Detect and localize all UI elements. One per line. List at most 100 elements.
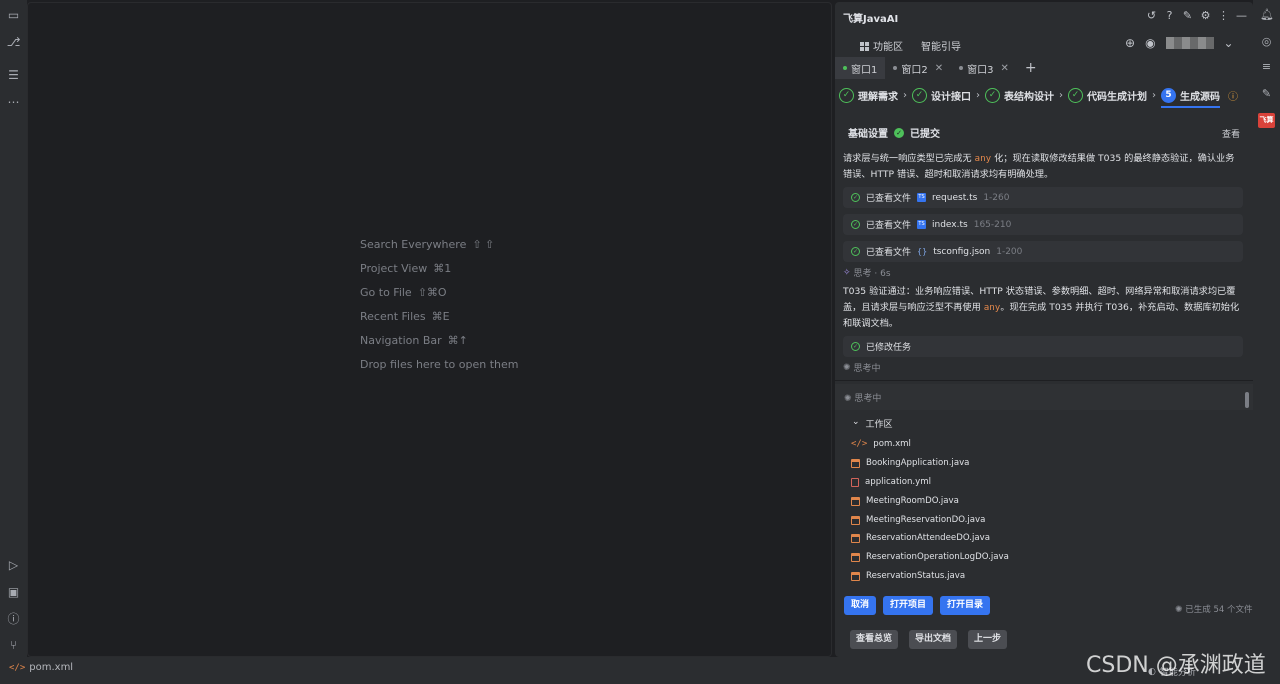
check-icon: ✓ <box>1068 87 1083 103</box>
close-icon[interactable]: ✕ <box>1001 63 1009 74</box>
run-icon[interactable]: ▷ <box>6 558 21 573</box>
check-circle-icon: ✓ <box>851 342 860 351</box>
ai-chat-icon[interactable]: ◎ <box>1260 35 1273 48</box>
panel-title-icons: ↺ ? ✎ ⚙ ⋮ — <box>1145 9 1248 22</box>
hint-recent-files: Recent Files ⌘E <box>360 310 450 323</box>
spinner-icon: ✺ <box>1175 605 1183 615</box>
step-code-plan[interactable]: ✓ 代码生成计划 <box>1068 87 1147 103</box>
edit-doc-icon[interactable]: ✎ <box>1260 87 1273 100</box>
viewed-file-row[interactable]: ✓ 已查看文件 {} tsconfig.json 1-200 <box>843 241 1243 262</box>
json-file-icon: {} <box>917 247 928 256</box>
window-tabs: 窗口1 窗口2 ✕ 窗口3 ✕ + <box>835 57 1253 79</box>
gear-icon[interactable]: ⚙ <box>1199 9 1212 22</box>
thinking-done-label[interactable]: ✧ 思考 · 6s <box>843 266 891 280</box>
blurred-username <box>1165 37 1214 49</box>
minimize-icon[interactable]: — <box>1235 9 1248 22</box>
workflow-steps: ✓ 理解需求 › ✓ 设计接口 › ✓ 表结构设计 › ✓ 代码生成计划 › 5 生成源码… <box>835 83 1253 108</box>
open-directory-button[interactable]: 打开目录 <box>940 596 991 615</box>
workspace-file[interactable]: MeetingReservationDO.java <box>851 515 985 525</box>
step-design-api[interactable]: ✓ 设计接口 <box>912 87 971 103</box>
kebab-menu-icon[interactable]: ⋮ <box>1217 9 1230 22</box>
edit-icon[interactable]: ✎ <box>1181 9 1194 22</box>
tab-window-3[interactable]: 窗口3 ✕ <box>951 57 1017 79</box>
prev-step-button[interactable]: 上一步 <box>968 630 1008 649</box>
status-current-file[interactable]: </> pom.xml <box>9 662 73 673</box>
chat-scroll-area[interactable]: 基础设置 ✓ 已提交 查看 请求层与统一响应类型已完成无 any 化；现在读取修… <box>835 117 1253 379</box>
scrollbar-thumb[interactable] <box>1245 392 1249 408</box>
add-tab-icon[interactable]: + <box>1017 57 1037 79</box>
folder-icon[interactable]: ▭ <box>6 8 21 23</box>
viewed-file-row[interactable]: ✓ 已查看文件 TS request.ts 1-260 <box>843 187 1243 208</box>
check-icon: ✓ <box>839 87 854 103</box>
ai-plugin-panel: 飞算JavaAI ↺ ? ✎ ⚙ ⋮ — 功能区 智能引导 ⊕ ◉ ⌄ 窗口1 … <box>835 2 1253 657</box>
workspace-file[interactable]: ReservationStatus.java <box>851 571 965 581</box>
history-icon[interactable]: ↺ <box>1145 9 1158 22</box>
dot-icon <box>893 66 898 70</box>
panel-menu-row: 功能区 智能引导 <box>860 38 961 53</box>
xml-file-icon: </> <box>9 662 26 673</box>
dot-icon <box>959 66 964 70</box>
workspace-file[interactable]: MeetingRoomDO.java <box>851 496 959 506</box>
viewed-file-row[interactable]: ✓ 已查看文件 TS index.ts 165-210 <box>843 214 1243 235</box>
modified-task-row[interactable]: ✓ 已修改任务 <box>843 336 1243 357</box>
generated-count: ✺ 已生成 54 个文件 <box>1175 605 1253 615</box>
open-project-button[interactable]: 打开项目 <box>883 596 934 615</box>
java-file-icon <box>851 458 860 468</box>
workspace-header[interactable]: ⌄ 工作区 <box>852 417 893 430</box>
problems-icon[interactable]: ⓘ <box>6 612 21 627</box>
close-icon[interactable]: ✕ <box>935 63 943 74</box>
tab-window-2[interactable]: 窗口2 ✕ <box>885 57 951 79</box>
panel-divider <box>835 380 1253 381</box>
workspace-file[interactable]: ReservationOperationLogDO.java <box>851 552 1009 562</box>
avatar-icon[interactable]: ◉ <box>1145 36 1155 50</box>
tab-window-1[interactable]: 窗口1 <box>835 57 886 79</box>
step-generate-source[interactable]: 5 生成源码 <box>1161 87 1220 108</box>
java-file-icon <box>851 552 860 562</box>
workspace-file[interactable]: </> pom.xml <box>851 439 911 449</box>
smart-guide-button[interactable]: 智能引导 <box>921 38 961 53</box>
view-link[interactable]: 查看 <box>1222 127 1240 140</box>
java-file-icon <box>851 515 860 525</box>
help-icon[interactable]: ? <box>1163 9 1176 22</box>
chevron-right-icon: › <box>976 89 980 101</box>
chevron-down-icon[interactable]: ⌄ <box>1224 36 1234 50</box>
export-doc-button[interactable]: 导出文档 <box>909 630 958 649</box>
check-icon: ✓ <box>985 87 1000 103</box>
chevron-right-icon: › <box>1152 89 1156 101</box>
warning-icon[interactable]: ⓘ <box>1228 88 1238 103</box>
panel-title: 飞算JavaAI <box>843 14 899 25</box>
terminal-icon[interactable]: ▣ <box>6 585 21 600</box>
cancel-button[interactable]: 取消 <box>844 596 877 615</box>
chevron-right-icon: › <box>1059 89 1063 101</box>
step-understand[interactable]: ✓ 理解需求 <box>839 87 898 103</box>
hint-project-view: Project View ⌘1 <box>360 262 452 275</box>
workspace-file[interactable]: application.yml <box>851 477 931 487</box>
java-file-icon <box>851 496 860 506</box>
left-tool-strip: ▭ ⎇ ☰ ⋯ ▷ ▣ ⓘ ⑂ <box>0 0 27 657</box>
notifications-icon[interactable]: 🔔︎ <box>1260 8 1274 21</box>
vcs-icon[interactable]: ⎇ <box>6 35 21 50</box>
java-file-icon <box>851 533 860 543</box>
basic-settings-header: 基础设置 ✓ 已提交 <box>848 127 940 140</box>
xml-file-icon: </> <box>851 439 868 449</box>
database-icon[interactable]: ≡ <box>1260 60 1273 73</box>
workspace-file[interactable]: ReservationAttendeeDO.java <box>851 533 990 543</box>
thinking-label: ✺ 思考中 <box>843 362 881 375</box>
structure-icon[interactable]: ☰ <box>6 68 21 83</box>
git-icon[interactable]: ⑂ <box>6 638 21 653</box>
workspace-file[interactable]: BookingApplication.java <box>851 458 969 468</box>
editor-area[interactable]: Search Everywhere ⇧ ⇧ Project View ⌘1 Go t… <box>27 2 832 657</box>
more-icon[interactable]: ⋯ <box>6 95 21 110</box>
add-icon[interactable]: ⊕ <box>1125 36 1135 50</box>
check-circle-icon: ✓ <box>851 193 860 202</box>
user-area: ⊕ ◉ ⌄ <box>1125 36 1234 50</box>
spinner-icon: ✺ <box>844 394 852 404</box>
view-overview-button[interactable]: 查看总览 <box>850 630 899 649</box>
step-table-design[interactable]: ✓ 表结构设计 <box>985 87 1054 103</box>
feisuan-logo-icon[interactable]: 飞算 <box>1258 113 1275 128</box>
typescript-file-icon: TS <box>917 220 927 229</box>
yml-file-icon <box>851 477 859 487</box>
message-paragraph-2: T035 验证通过：业务响应错误、HTTP 状态错误、参数明细、超时、网络异常和… <box>843 286 1240 329</box>
function-area-button[interactable]: 功能区 <box>860 38 903 53</box>
secondary-actions: 查看总览 导出文档 上一步 <box>850 630 1008 649</box>
